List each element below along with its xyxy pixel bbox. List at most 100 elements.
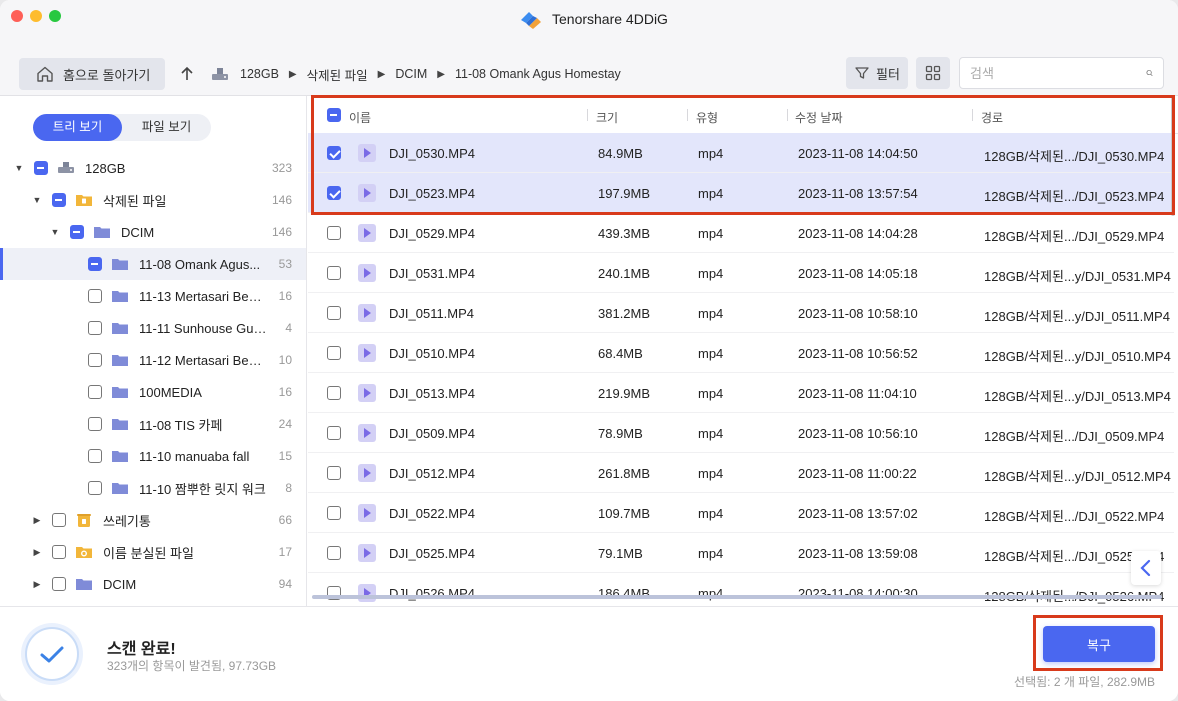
select-all-checkbox[interactable] (327, 108, 341, 122)
table-row[interactable]: DJI_0510.MP4 68.4MB mp4 2023-11-08 10:56:52… (308, 333, 1174, 373)
sidebar-item-deleted-files[interactable]: ▼ 삭제된 파일 146 (0, 184, 306, 216)
close-window-button[interactable] (11, 10, 23, 22)
file-path: 128GB/삭제된.../DJI_0529.MP4 (984, 229, 1165, 244)
caret-down-icon[interactable]: ▼ (14, 163, 24, 173)
filter-button[interactable]: 필터 (846, 57, 908, 89)
row-checkbox[interactable] (327, 386, 341, 400)
tree-checkbox[interactable] (52, 545, 66, 559)
breadcrumb-item[interactable]: 11-08 Omank Agus Homestay (455, 67, 621, 81)
breadcrumb-item[interactable]: DCIM (395, 67, 427, 81)
file-size: 219.9MB (598, 386, 651, 401)
up-arrow-icon[interactable] (177, 64, 197, 84)
tree-checkbox[interactable] (88, 257, 102, 271)
tree-checkbox[interactable] (52, 577, 66, 591)
row-checkbox[interactable] (327, 426, 341, 440)
row-checkbox[interactable] (327, 346, 341, 360)
home-button[interactable]: 홈으로 돌아가기 (19, 58, 165, 90)
tree-checkbox[interactable] (88, 289, 102, 303)
caret-right-icon[interactable]: ▶ (32, 515, 42, 525)
table-row[interactable]: DJI_0512.MP4 261.8MB mp4 2023-11-08 11:00:2… (308, 453, 1174, 493)
video-file-icon (358, 184, 376, 202)
table-row[interactable]: DJI_0529.MP4 439.3MB mp4 2023-11-08 14:04:2… (308, 213, 1174, 253)
caret-right-icon[interactable]: ▶ (32, 547, 42, 557)
file-path: 128GB/삭제된...y/DJI_0513.MP4 (984, 389, 1171, 404)
row-checkbox[interactable] (327, 266, 341, 280)
column-header-type[interactable]: 유형 (696, 109, 718, 126)
caret-down-icon[interactable]: ▼ (50, 227, 60, 237)
tree-checkbox[interactable] (52, 513, 66, 527)
sidebar-item-11-10-manuaba[interactable]: 11-10 manuaba fall 15 (0, 440, 306, 472)
column-header-path[interactable]: 경로 (981, 109, 1003, 126)
tree-checkbox[interactable] (88, 385, 102, 399)
video-file-icon (358, 464, 376, 482)
vertical-scrollbar[interactable] (1171, 96, 1175, 216)
tab-tree-view[interactable]: 트리 보기 (33, 114, 122, 141)
breadcrumb-item[interactable]: 삭제된 파일 (307, 65, 368, 84)
row-checkbox[interactable] (327, 306, 341, 320)
table-row[interactable]: DJI_0525.MP4 79.1MB mp4 2023-11-08 13:59:08… (308, 533, 1174, 573)
collapse-panel-button[interactable] (1131, 551, 1161, 585)
row-checkbox[interactable] (327, 146, 341, 160)
video-file-icon (358, 384, 376, 402)
tree-checkbox[interactable] (88, 481, 102, 495)
sidebar-item-11-08-tis[interactable]: 11-08 TIS 카페 24 (0, 408, 306, 440)
file-type: mp4 (698, 386, 724, 401)
folder-icon (111, 256, 129, 272)
file-date: 2023-11-08 13:59:08 (798, 546, 918, 561)
file-name: DJI_0510.MP4 (389, 346, 475, 361)
file-path: 128GB/삭제된...y/DJI_0512.MP4 (984, 469, 1171, 484)
sidebar-item-11-08-omank[interactable]: 11-08 Omank Agus... 53 (0, 248, 306, 280)
sidebar-item-11-10-ridge-walk[interactable]: 11-10 짬뿌한 릿지 워크 8 (0, 472, 306, 504)
column-header-date[interactable]: 수정 날짜 (795, 109, 843, 126)
sidebar-item-dcim[interactable]: ▼ DCIM 146 (0, 216, 306, 248)
table-row[interactable]: DJI_0523.MP4 197.9MB mp4 2023-11-08 13:57:5… (308, 173, 1174, 213)
table-row[interactable]: DJI_0530.MP4 84.9MB mp4 2023-11-08 14:04:50… (308, 133, 1174, 173)
breadcrumb-item[interactable]: 128GB (240, 67, 279, 81)
tree-checkbox[interactable] (70, 225, 84, 239)
sidebar-item-lost-files[interactable]: ▶ 이름 분실된 파일 17 (0, 536, 306, 568)
tree-checkbox[interactable] (52, 193, 66, 207)
file-date: 2023-11-08 10:56:10 (798, 426, 918, 441)
search-icon[interactable] (1146, 65, 1153, 81)
minimize-window-button[interactable] (30, 10, 42, 22)
caret-down-icon[interactable]: ▼ (32, 195, 42, 205)
horizontal-scrollbar[interactable] (312, 595, 1162, 599)
column-header-name[interactable]: 이름 (349, 109, 371, 126)
tree-checkbox[interactable] (34, 161, 48, 175)
table-row[interactable]: DJI_0526.MP4 186.4MB mp4 2023-11-08 14:00:3… (308, 573, 1174, 606)
column-header-size[interactable]: 크기 (596, 109, 618, 126)
sidebar-item-11-12-mertasari[interactable]: 11-12 Mertasari Beach 10 (0, 344, 306, 376)
table-row[interactable]: DJI_0522.MP4 109.7MB mp4 2023-11-08 13:57:0… (308, 493, 1174, 533)
search-input[interactable] (970, 65, 1146, 81)
row-checkbox[interactable] (327, 186, 341, 200)
row-checkbox[interactable] (327, 506, 341, 520)
sidebar-item-100media[interactable]: 100MEDIA 16 (0, 376, 306, 408)
row-checkbox[interactable] (327, 466, 341, 480)
sidebar-item-dcim-2[interactable]: ▶ DCIM 94 (0, 568, 306, 600)
grid-view-button[interactable] (916, 57, 950, 89)
row-checkbox[interactable] (327, 546, 341, 560)
file-name: DJI_0512.MP4 (389, 466, 475, 481)
tree-checkbox[interactable] (88, 417, 102, 431)
tree-checkbox[interactable] (88, 353, 102, 367)
sidebar-item-trash[interactable]: ▶ 쓰레기통 66 (0, 504, 306, 536)
table-row[interactable]: DJI_0513.MP4 219.9MB mp4 2023-11-08 11:04:1… (308, 373, 1174, 413)
caret-right-icon[interactable]: ▶ (32, 579, 42, 589)
recover-button[interactable]: 복구 (1043, 626, 1155, 662)
sidebar-item-count: 8 (285, 481, 292, 495)
file-path: 128GB/삭제된.../DJI_0509.MP4 (984, 429, 1165, 444)
tree-checkbox[interactable] (88, 321, 102, 335)
sidebar-item-count: 10 (278, 353, 292, 367)
sidebar-item-label: 11-08 TIS 카페 (139, 417, 223, 433)
table-row[interactable]: DJI_0511.MP4 381.2MB mp4 2023-11-08 10:58:1… (308, 293, 1174, 333)
table-row[interactable]: DJI_0509.MP4 78.9MB mp4 2023-11-08 10:56:10… (308, 413, 1174, 453)
row-checkbox[interactable] (327, 226, 341, 240)
sidebar-item-11-11-sunhouse[interactable]: 11-11 Sunhouse Guest... 4 (0, 312, 306, 344)
sidebar-item-count: 146 (271, 225, 292, 239)
tree-checkbox[interactable] (88, 449, 102, 463)
table-row[interactable]: DJI_0531.MP4 240.1MB mp4 2023-11-08 14:05:1… (308, 253, 1174, 293)
sidebar-item-128gb[interactable]: ▼ 128GB 323 (0, 152, 306, 184)
tab-file-view[interactable]: 파일 보기 (122, 114, 211, 141)
zoom-window-button[interactable] (49, 10, 61, 22)
sidebar-item-11-13-mertasari[interactable]: 11-13 Mertasari Beach 16 (0, 280, 306, 312)
